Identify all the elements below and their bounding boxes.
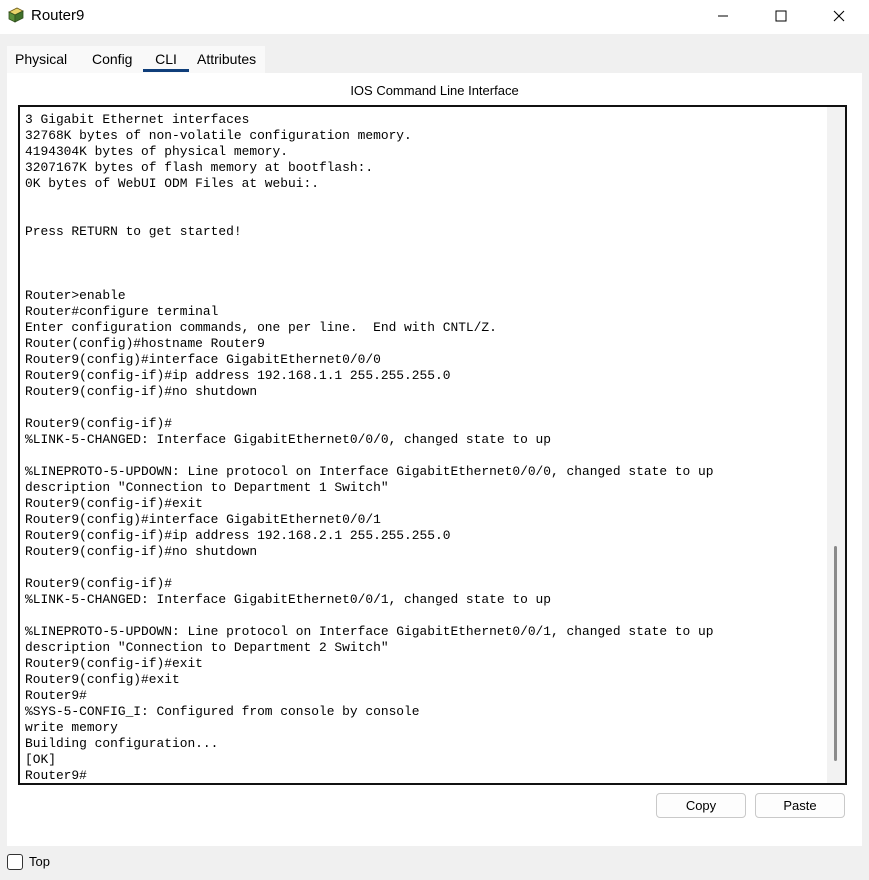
router-app-icon <box>8 7 24 23</box>
terminal-line: %LINK-5-CHANGED: Interface GigabitEthern… <box>25 432 552 447</box>
terminal-line: Press RETURN to get started! <box>25 224 242 239</box>
close-icon <box>833 10 845 22</box>
terminal-line: Router9(config-if)#no shutdown <box>25 544 258 559</box>
terminal-line: Router#configure terminal <box>25 304 219 319</box>
scrollbar-thumb[interactable] <box>834 546 837 761</box>
copy-button[interactable]: Copy <box>656 793 746 818</box>
terminal-line: Router9(config)#interface GigabitEtherne… <box>25 512 381 527</box>
terminal-line: Router9(config-if)#ip address 192.168.1.… <box>25 368 451 383</box>
terminal-line: Router9(config-if)#exit <box>25 496 203 511</box>
top-checkbox-label: Top <box>29 854 50 869</box>
terminal-line: 32768K bytes of non-volatile configurati… <box>25 128 412 143</box>
maximize-icon <box>775 10 787 22</box>
terminal-line: [OK] <box>25 752 56 767</box>
close-button[interactable] <box>810 0 868 32</box>
terminal-line: 3 Gigabit Ethernet interfaces <box>25 112 250 127</box>
terminal-line: Router9# <box>25 688 87 703</box>
minimize-icon <box>718 15 728 17</box>
maximize-button[interactable] <box>752 0 810 32</box>
terminal-line: 4194304K bytes of physical memory. <box>25 144 289 159</box>
terminal-line: Building configuration... <box>25 736 219 751</box>
terminal-line: Enter configuration commands, one per li… <box>25 320 497 335</box>
tab-attributes[interactable]: Attributes <box>189 46 265 73</box>
tab-label: CLI <box>155 51 177 67</box>
tab-label: Config <box>92 51 133 67</box>
top-checkbox[interactable] <box>7 854 23 870</box>
terminal-line: Router9(config-if)#ip address 192.168.2.… <box>25 528 451 543</box>
tab-cli[interactable]: CLI <box>143 46 189 73</box>
tab-config[interactable]: Config <box>84 46 143 73</box>
terminal-line: 0K bytes of WebUI ODM Files at webui:. <box>25 176 319 191</box>
terminal-line: %LINEPROTO-5-UPDOWN: Line protocol on In… <box>25 464 714 479</box>
terminal-line: Router>enable <box>25 288 126 303</box>
tab-label: Physical <box>15 51 68 67</box>
tab-physical[interactable]: Physical <box>7 46 84 73</box>
terminal-line: Router9(config-if)# <box>25 416 172 431</box>
panel-heading: IOS Command Line Interface <box>350 83 519 98</box>
terminal-line: Router9(config-if)#exit <box>25 656 203 671</box>
vertical-scrollbar[interactable] <box>827 107 845 783</box>
tab-label: Attributes <box>197 51 257 67</box>
minimize-button[interactable] <box>694 0 752 32</box>
terminal-line: Router(config)#hostname Router9 <box>25 336 265 351</box>
terminal-line: Router9(config)#interface GigabitEtherne… <box>25 352 381 367</box>
terminal-line: Router9(config)#exit <box>25 672 180 687</box>
terminal-line: %SYS-5-CONFIG_I: Configured from console… <box>25 704 420 719</box>
active-tab-indicator <box>143 69 189 72</box>
terminal-output: 3 Gigabit Ethernet interfaces 32768K byte… <box>25 112 825 784</box>
title-bar: Router9 <box>0 0 869 34</box>
terminal-line: write memory <box>25 720 118 735</box>
terminal-line: description "Connection to Department 2 … <box>25 640 389 655</box>
terminal-line: Router9# <box>25 768 87 783</box>
terminal-line: description "Connection to Department 1 … <box>25 480 389 495</box>
terminal-line: Router9(config-if)# <box>25 576 172 591</box>
terminal-line: Router9(config-if)#no shutdown <box>25 384 258 399</box>
cli-terminal[interactable]: 3 Gigabit Ethernet interfaces 32768K byte… <box>18 105 847 785</box>
terminal-line: 3207167K bytes of flash memory at bootfl… <box>25 160 374 175</box>
terminal-line: %LINK-5-CHANGED: Interface GigabitEthern… <box>25 592 552 607</box>
paste-button[interactable]: Paste <box>755 793 845 818</box>
window-title: Router9 <box>31 7 85 24</box>
terminal-line: %LINEPROTO-5-UPDOWN: Line protocol on In… <box>25 624 714 639</box>
